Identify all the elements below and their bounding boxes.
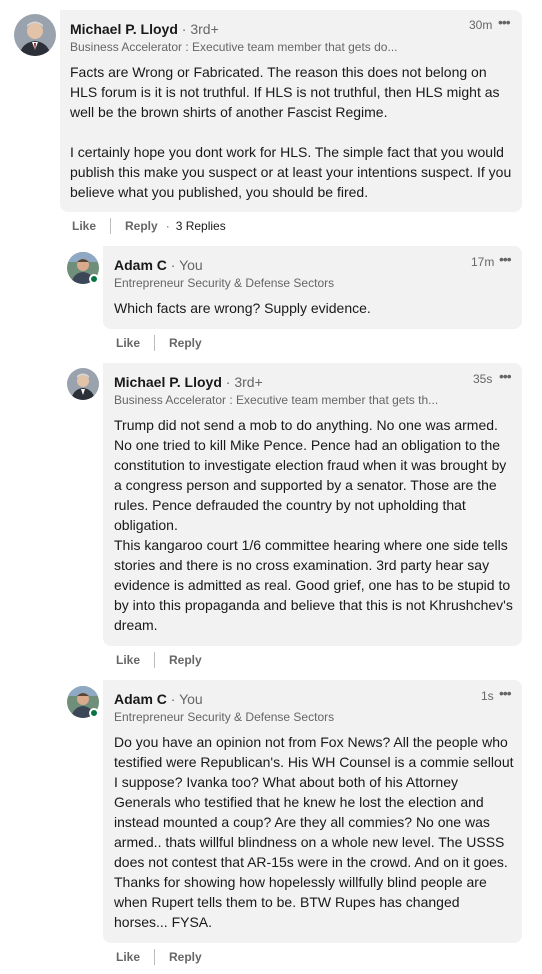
divider xyxy=(154,335,156,351)
more-options-icon[interactable]: ••• xyxy=(498,14,511,30)
divider xyxy=(110,218,112,234)
comment-actions: Like Reply xyxy=(116,335,202,351)
reply-button[interactable]: Reply xyxy=(125,219,158,233)
divider xyxy=(154,949,156,965)
online-status-icon xyxy=(89,708,99,718)
like-button[interactable]: Like xyxy=(72,219,96,233)
separator-dot: · xyxy=(165,219,170,233)
author-headline: Entrepreneur Security & Defense Sectors xyxy=(114,710,335,724)
timestamp: 30m xyxy=(469,18,493,32)
comment-bubble: Adam C · You Entrepreneur Security & Def… xyxy=(103,680,522,943)
comment-text: Do you have an opinion not from Fox News… xyxy=(114,734,514,930)
like-button[interactable]: Like xyxy=(116,653,140,667)
comment-actions: Like Reply xyxy=(116,949,202,965)
author-headline: Entrepreneur Security & Defense Sectors xyxy=(114,276,335,290)
connection-degree: · 3rd+ xyxy=(181,21,219,37)
timestamp: 1s xyxy=(481,689,494,703)
reply-button[interactable]: Reply xyxy=(169,950,202,964)
author-headline: Business Accelerator : Executive team me… xyxy=(70,40,398,54)
avatar[interactable] xyxy=(14,14,56,56)
comment-text: Trump did not send a mob to do anything.… xyxy=(114,417,513,633)
more-options-icon[interactable]: ••• xyxy=(499,368,512,384)
timestamp: 17m xyxy=(471,255,495,269)
comment-text: Which facts are wrong? Supply evidence. xyxy=(114,300,371,316)
author-name[interactable]: Adam C · You xyxy=(114,257,203,273)
comment-bubble: Michael P. Lloyd · 3rd+ Business Acceler… xyxy=(60,10,522,212)
author-name[interactable]: Michael P. Lloyd · 3rd+ xyxy=(114,374,263,390)
more-options-icon[interactable]: ••• xyxy=(499,685,512,701)
connection-degree: · 3rd+ xyxy=(225,374,263,390)
comment-text: Facts are Wrong or Fabricated. The reaso… xyxy=(70,64,512,200)
connection-degree: · You xyxy=(170,691,203,707)
more-options-icon[interactable]: ••• xyxy=(499,251,512,267)
reply-button[interactable]: Reply xyxy=(169,336,202,350)
divider xyxy=(154,652,156,668)
like-button[interactable]: Like xyxy=(116,336,140,350)
author-name[interactable]: Michael P. Lloyd · 3rd+ xyxy=(70,21,219,37)
avatar[interactable] xyxy=(67,368,99,400)
author-headline: Business Accelerator : Executive team me… xyxy=(114,393,439,407)
connection-degree: · You xyxy=(170,257,203,273)
comment-actions: Like Reply · 3 Replies xyxy=(72,218,226,234)
timestamp: 35s xyxy=(473,372,493,386)
like-button[interactable]: Like xyxy=(116,950,140,964)
comment-actions: Like Reply xyxy=(116,652,202,668)
comment-bubble: Michael P. Lloyd · 3rd+ Business Acceler… xyxy=(103,363,522,646)
replies-link[interactable]: 3 Replies xyxy=(176,219,226,233)
author-name[interactable]: Adam C · You xyxy=(114,691,203,707)
reply-button[interactable]: Reply xyxy=(169,653,202,667)
comment-bubble: Adam C · You Entrepreneur Security & Def… xyxy=(103,246,522,329)
online-status-icon xyxy=(89,274,99,284)
